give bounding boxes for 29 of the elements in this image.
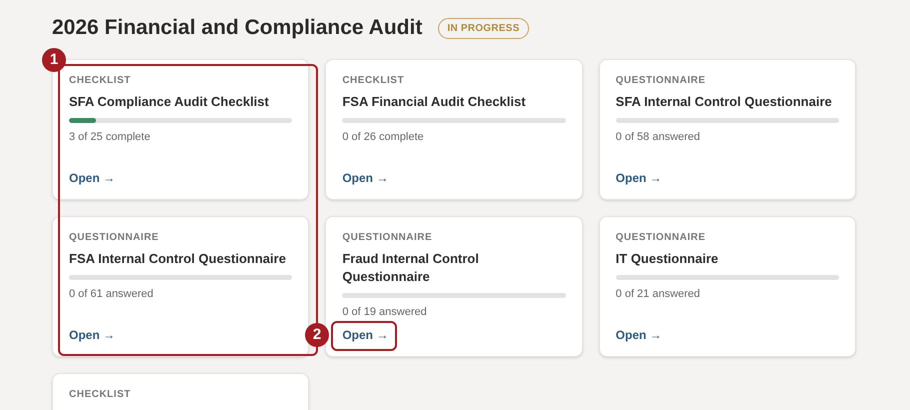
progress-text: 3 of 25 complete (69, 130, 152, 145)
progress-text: 0 of 61 answered (69, 287, 154, 302)
card-type-label: CHECKLIST (342, 74, 406, 88)
status-badge: IN PROGRESS (438, 18, 529, 38)
card-title: FSA Financial Audit Checklist (342, 93, 527, 111)
card-type-label: CHECKLIST (69, 74, 132, 88)
progress-text: 0 of 58 answered (616, 130, 702, 145)
card-type-label: QUESTIONNAIRE (616, 74, 706, 88)
card-title: SFA Internal Control Questionnaire (616, 93, 833, 111)
card-title: IT Questionnaire (616, 250, 720, 268)
annotation-frame (331, 321, 397, 351)
card-title: SFA Compliance Audit Checklist (69, 93, 270, 111)
open-link[interactable]: Open → (69, 169, 116, 187)
open-link[interactable]: Open → (342, 326, 388, 344)
card-type-label: QUESTIONNAIRE (69, 231, 160, 245)
page-title: 2026 Financial and Compliance Audit (52, 15, 422, 42)
card-type-label: CHECKLIST (69, 388, 132, 402)
progress-text: 0 of 26 complete (342, 130, 425, 145)
open-link[interactable]: Open → (616, 169, 662, 187)
card-type-label: QUESTIONNAIRE (616, 231, 706, 245)
progress-text: 0 of 21 answered (616, 287, 702, 302)
open-link[interactable]: Open → (342, 169, 388, 187)
card-type-label: QUESTIONNAIRE (342, 231, 434, 245)
progress-text: 0 of 19 answered (342, 305, 428, 320)
card-title: Fraud Internal Control Questionnaire (342, 250, 480, 286)
annotation-number: 1 (42, 48, 66, 72)
open-link[interactable]: Open → (616, 326, 662, 344)
card-title: FSA Internal Control Questionnaire (69, 250, 287, 268)
open-link[interactable]: Open → (69, 326, 116, 344)
